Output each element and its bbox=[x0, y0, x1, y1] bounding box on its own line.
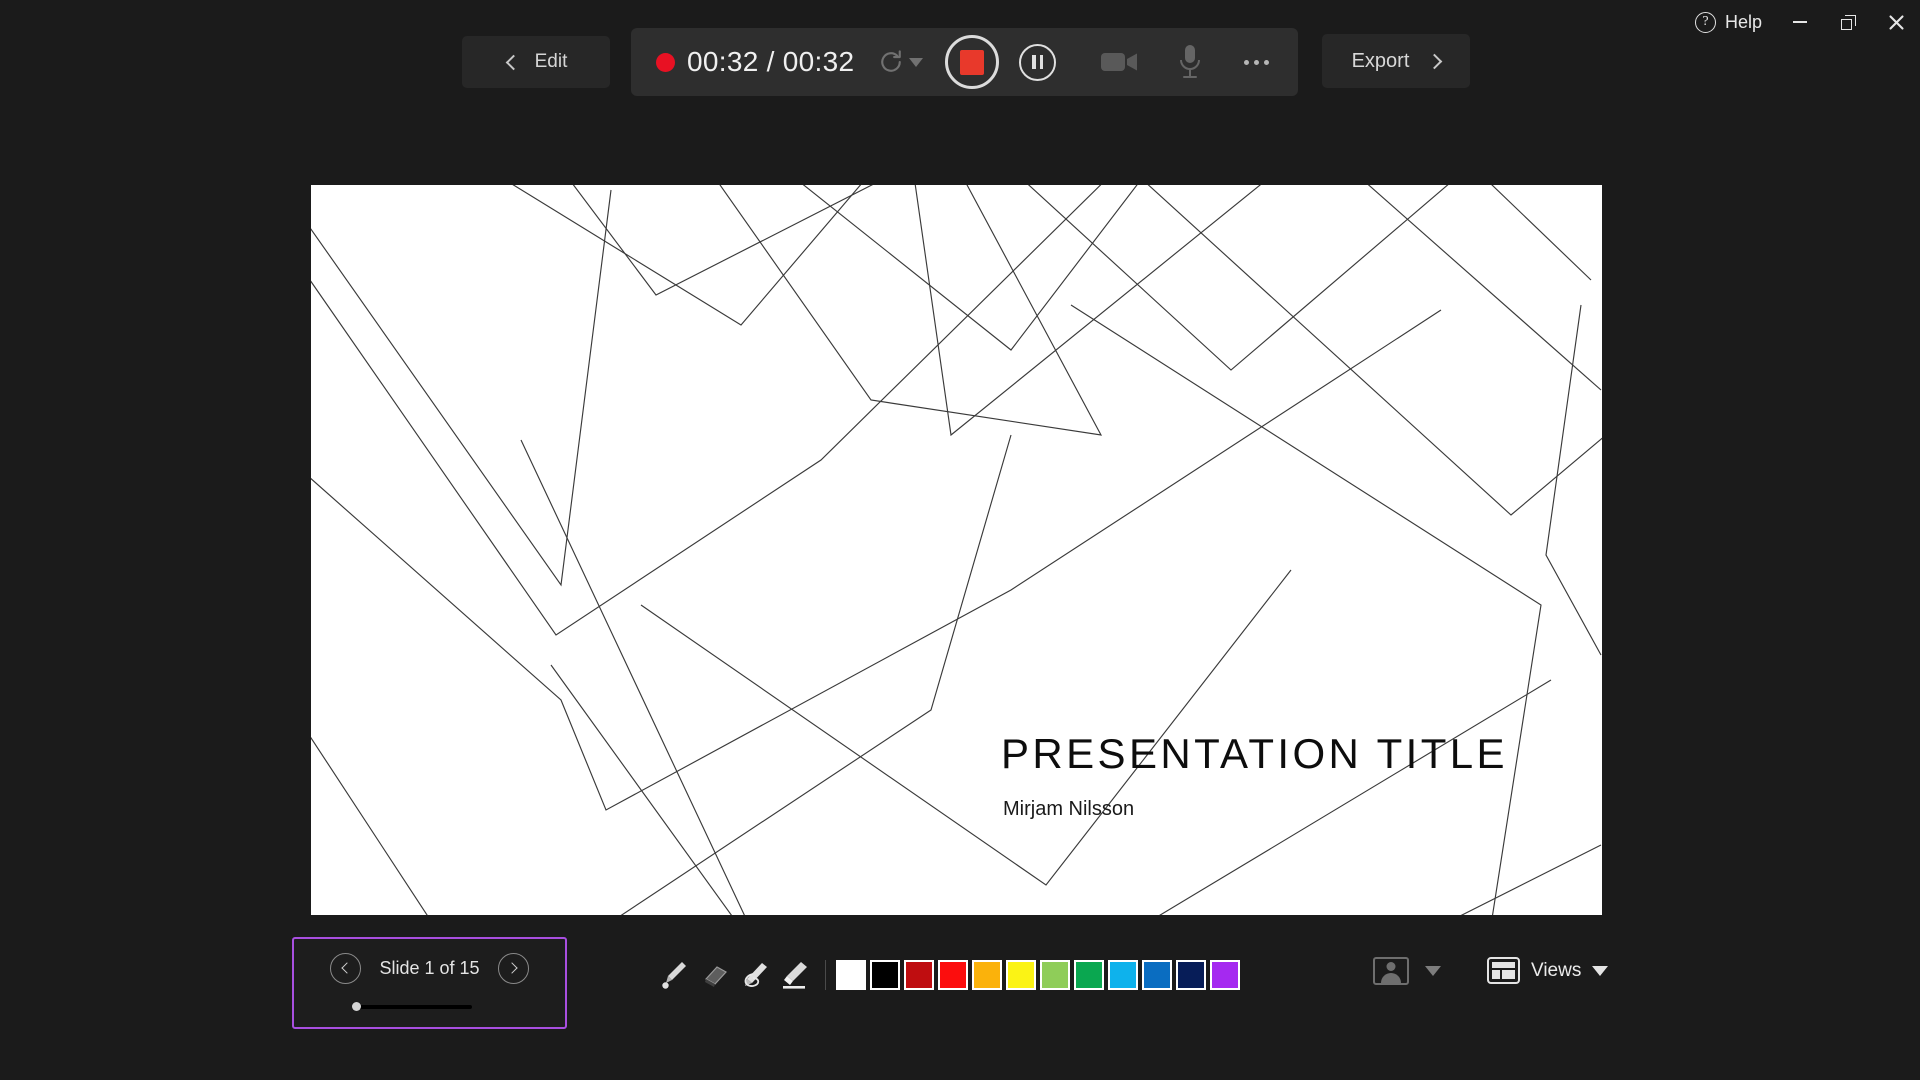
color-swatch-black[interactable] bbox=[870, 960, 900, 990]
bottom-toolbar: Slide 1 of 15 Views bbox=[0, 930, 1920, 1060]
color-swatch-blue[interactable] bbox=[1142, 960, 1172, 990]
more-options-button[interactable] bbox=[1228, 34, 1284, 90]
slide-progress-scrubber[interactable] bbox=[352, 1002, 472, 1011]
more-options-icon bbox=[1243, 59, 1249, 65]
color-swatch-dark-red[interactable] bbox=[904, 960, 934, 990]
chevron-left-icon bbox=[505, 54, 521, 70]
microphone-icon bbox=[1180, 45, 1201, 78]
views-layout-icon bbox=[1487, 957, 1520, 984]
presenter-camera-button[interactable] bbox=[1373, 956, 1441, 985]
chevron-down-icon bbox=[1592, 965, 1609, 976]
chevron-down-icon bbox=[1425, 965, 1441, 976]
views-button[interactable]: Views bbox=[1481, 952, 1614, 989]
eraser-button[interactable] bbox=[695, 952, 735, 998]
restart-recording-button[interactable] bbox=[876, 47, 924, 77]
presenter-camera-icon bbox=[1373, 956, 1409, 985]
eraser-icon bbox=[705, 966, 727, 987]
timer-text: 00:32 / 00:32 bbox=[687, 46, 855, 77]
export-label: Export bbox=[1351, 49, 1410, 72]
edit-button[interactable]: Edit bbox=[462, 36, 610, 88]
highlighter-button[interactable] bbox=[775, 952, 815, 998]
color-swatch-white[interactable] bbox=[836, 960, 866, 990]
previous-slide-button[interactable] bbox=[330, 952, 362, 984]
color-swatch-red[interactable] bbox=[938, 960, 968, 990]
ink-tools bbox=[655, 952, 1240, 998]
color-swatch-light-blue[interactable] bbox=[1108, 960, 1138, 990]
chevron-right-icon bbox=[1427, 53, 1443, 69]
recording-timer: 00:32 / 00:32 bbox=[631, 46, 854, 78]
pause-icon bbox=[1032, 55, 1036, 69]
pen-icon bbox=[744, 963, 767, 987]
edit-label: Edit bbox=[534, 51, 568, 72]
laser-pointer-icon bbox=[662, 962, 686, 989]
views-label: Views bbox=[1531, 959, 1582, 981]
camera-icon bbox=[1101, 53, 1138, 71]
export-button[interactable]: Export bbox=[1322, 34, 1470, 88]
record-dot-icon bbox=[656, 52, 675, 72]
slide-title: PRESENTATION TITLE bbox=[1001, 730, 1508, 777]
slide-canvas[interactable]: PRESENTATION TITLE Mirjam Nilsson bbox=[311, 185, 1602, 915]
color-swatch-green[interactable] bbox=[1074, 960, 1104, 990]
slide-navigator[interactable]: Slide 1 of 15 bbox=[292, 937, 567, 1029]
slide-counter-label: Slide 1 of 15 bbox=[379, 957, 480, 978]
presentation-recording-app: ? Help Edit 00:32 / 00:32 Export PRESENT… bbox=[0, 0, 1920, 1080]
stop-icon bbox=[960, 49, 985, 75]
pen-button[interactable] bbox=[735, 952, 775, 998]
chevron-left-circle-icon bbox=[341, 962, 354, 974]
restart-icon bbox=[881, 50, 902, 72]
minimize-icon bbox=[1793, 21, 1807, 23]
highlighter-icon bbox=[783, 962, 807, 989]
view-controls: Views bbox=[1373, 952, 1614, 989]
recording-toolbar: Edit 00:32 / 00:32 Export bbox=[0, 26, 1920, 96]
color-swatch-yellow[interactable] bbox=[1006, 960, 1036, 990]
microphone-toggle-button[interactable] bbox=[1162, 34, 1218, 90]
color-swatch-light-green[interactable] bbox=[1040, 960, 1070, 990]
pause-recording-button[interactable] bbox=[1019, 43, 1057, 81]
slide-line-art bbox=[311, 185, 1602, 915]
next-slide-button[interactable] bbox=[497, 952, 529, 984]
stop-recording-button[interactable] bbox=[945, 35, 1000, 89]
camera-toggle-button[interactable] bbox=[1092, 34, 1148, 90]
color-swatch-dark-blue[interactable] bbox=[1176, 960, 1206, 990]
chevron-right-circle-icon bbox=[505, 962, 518, 974]
ink-color-palette bbox=[836, 960, 1240, 990]
slide-subtitle: Mirjam Nilsson bbox=[1003, 798, 1135, 820]
scrubber-thumb[interactable] bbox=[352, 1002, 361, 1011]
chevron-down-icon bbox=[909, 57, 924, 67]
color-swatch-purple[interactable] bbox=[1210, 960, 1240, 990]
laser-pointer-button[interactable] bbox=[655, 952, 695, 998]
toolbar-divider bbox=[825, 960, 826, 990]
color-swatch-orange[interactable] bbox=[972, 960, 1002, 990]
recording-controls-panel: 00:32 / 00:32 bbox=[631, 28, 1298, 96]
